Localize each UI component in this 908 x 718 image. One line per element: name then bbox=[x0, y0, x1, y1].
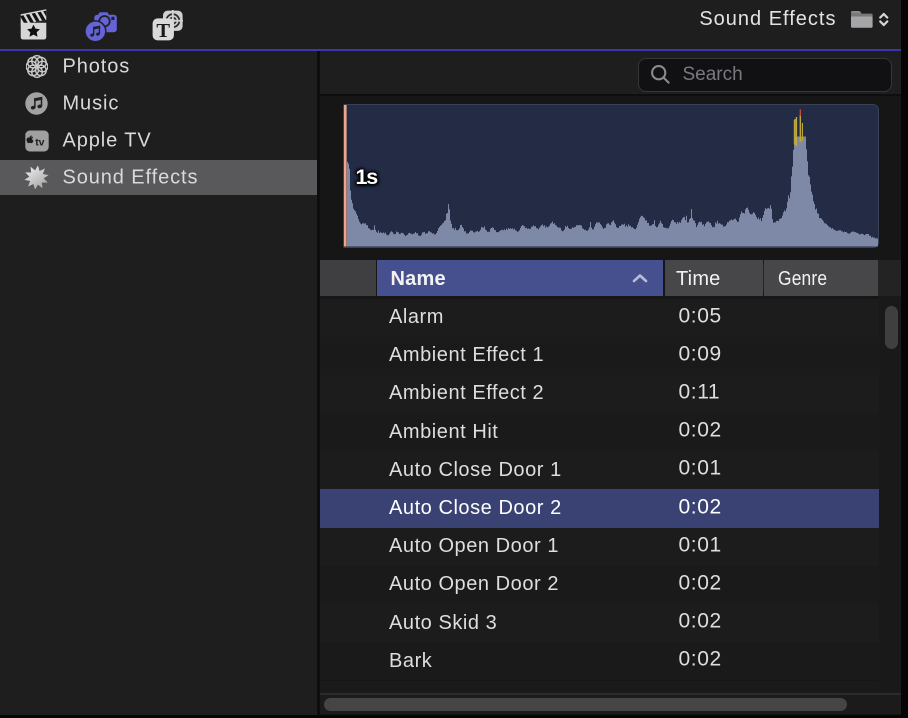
svg-text:tv: tv bbox=[35, 136, 44, 148]
svg-text:T: T bbox=[156, 20, 170, 41]
